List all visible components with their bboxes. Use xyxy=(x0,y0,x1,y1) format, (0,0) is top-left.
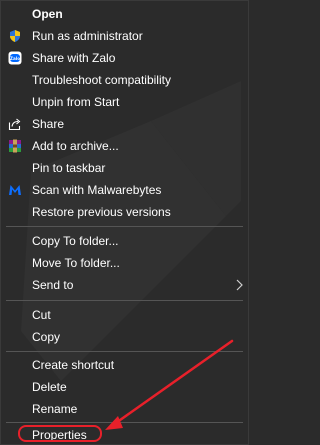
menu-item-label: Send to xyxy=(32,278,74,292)
menu-item-scan-with-malwarebytes[interactable]: Scan with Malwarebytes xyxy=(1,179,248,201)
menu-item-copy-to-folder[interactable]: Copy To folder... xyxy=(1,230,248,252)
menu-item-add-to-archive[interactable]: Add to archive... xyxy=(1,135,248,157)
menu-item-open[interactable]: Open xyxy=(1,3,248,25)
menu-item-label: Share with Zalo xyxy=(32,51,116,65)
annotation-highlight-circle xyxy=(18,425,102,442)
menu-item-label: Pin to taskbar xyxy=(32,161,106,175)
menu-separator xyxy=(6,422,243,423)
menu-item-share-with-zalo[interactable]: Zalo Share with Zalo xyxy=(1,47,248,69)
menu-item-send-to[interactable]: Send to xyxy=(1,274,248,296)
menu-item-label: Troubleshoot compatibility xyxy=(32,73,171,87)
menu-item-label: Scan with Malwarebytes xyxy=(32,183,162,197)
menu-item-label: Cut xyxy=(32,308,51,322)
menu-item-cut[interactable]: Cut xyxy=(1,304,248,326)
menu-item-share[interactable]: Share xyxy=(1,113,248,135)
menu-item-create-shortcut[interactable]: Create shortcut xyxy=(1,354,248,376)
menu-separator xyxy=(6,226,243,227)
menu-item-unpin-from-start[interactable]: Unpin from Start xyxy=(1,91,248,113)
menu-item-label: Copy xyxy=(32,330,61,344)
menu-item-copy[interactable]: Copy xyxy=(1,326,248,348)
menu-item-label: Share xyxy=(32,117,65,131)
zalo-icon: Zalo xyxy=(8,51,22,65)
menu-item-troubleshoot-compatibility[interactable]: Troubleshoot compatibility xyxy=(1,69,248,91)
menu-item-delete[interactable]: Delete xyxy=(1,376,248,398)
svg-text:Zalo: Zalo xyxy=(10,56,20,61)
menu-item-label: Add to archive... xyxy=(32,139,119,153)
menu-item-label: Delete xyxy=(32,380,67,394)
menu-item-restore-previous-versions[interactable]: Restore previous versions xyxy=(1,201,248,223)
menu-item-label: Move To folder... xyxy=(32,256,120,270)
context-menu: Open Run as administrator Zalo Share wit… xyxy=(0,0,249,445)
menu-item-label: Open xyxy=(32,7,63,21)
malwarebytes-icon xyxy=(8,183,22,197)
menu-item-label: Restore previous versions xyxy=(32,205,171,219)
share-icon xyxy=(8,117,22,131)
menu-item-label: Copy To folder... xyxy=(32,234,119,248)
menu-item-label: Rename xyxy=(32,402,78,416)
menu-item-label: Create shortcut xyxy=(32,358,115,372)
winrar-icon xyxy=(8,139,22,153)
menu-separator xyxy=(6,300,243,301)
menu-item-run-as-administrator[interactable]: Run as administrator xyxy=(1,25,248,47)
menu-item-label: Unpin from Start xyxy=(32,95,120,109)
menu-item-pin-to-taskbar[interactable]: Pin to taskbar xyxy=(1,157,248,179)
shield-icon xyxy=(8,29,22,43)
chevron-right-icon xyxy=(235,279,243,294)
menu-item-move-to-folder[interactable]: Move To folder... xyxy=(1,252,248,274)
menu-item-label: Run as administrator xyxy=(32,29,143,43)
menu-separator xyxy=(6,351,243,352)
menu-item-rename[interactable]: Rename xyxy=(1,398,248,420)
